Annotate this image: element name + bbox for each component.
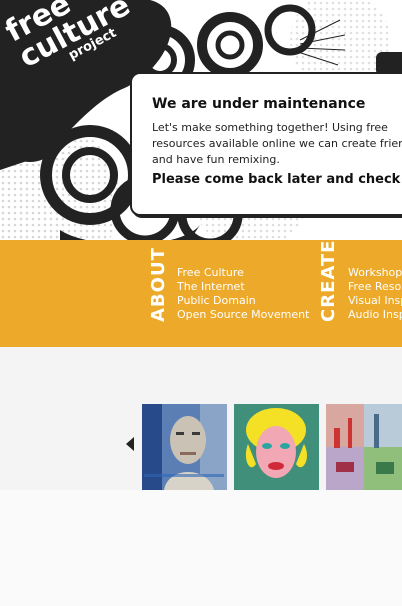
notice-title: We are under maintenance bbox=[152, 96, 366, 112]
create-label: CREATE bbox=[318, 240, 339, 322]
about-item[interactable]: Open Source Movement bbox=[177, 308, 309, 322]
create-item[interactable]: Workshops bbox=[348, 266, 402, 280]
image-gallery bbox=[0, 404, 402, 490]
notice-body: Let's make something together! Using fre… bbox=[152, 121, 402, 166]
about-label: ABOUT bbox=[148, 247, 169, 322]
page-footer-area bbox=[0, 490, 402, 606]
gallery-thumbnail[interactable] bbox=[234, 404, 319, 490]
about-item[interactable]: Free Culture bbox=[177, 266, 309, 280]
navigation-bar: ABOUT Free Culture The Internet Public D… bbox=[0, 240, 402, 347]
gallery-thumbnail[interactable] bbox=[142, 404, 227, 490]
about-item[interactable]: Public Domain bbox=[177, 294, 309, 308]
maintenance-notice: We are under maintenance Let's make some… bbox=[130, 72, 402, 216]
create-item[interactable]: Free Resou bbox=[348, 280, 402, 294]
header: free culture project We are under mainte… bbox=[0, 0, 402, 240]
previous-arrow-icon[interactable] bbox=[126, 437, 134, 451]
about-menu: Free Culture The Internet Public Domain … bbox=[177, 266, 309, 322]
create-menu: Workshops Free Resou Visual Insp Audio I… bbox=[348, 266, 402, 322]
create-item[interactable]: Visual Insp bbox=[348, 294, 402, 308]
create-item[interactable]: Audio Insp bbox=[348, 308, 402, 322]
about-item[interactable]: The Internet bbox=[177, 280, 309, 294]
gallery-thumbnail[interactable] bbox=[326, 404, 402, 490]
notice-cta: Please come back later and check it out. bbox=[152, 172, 402, 187]
